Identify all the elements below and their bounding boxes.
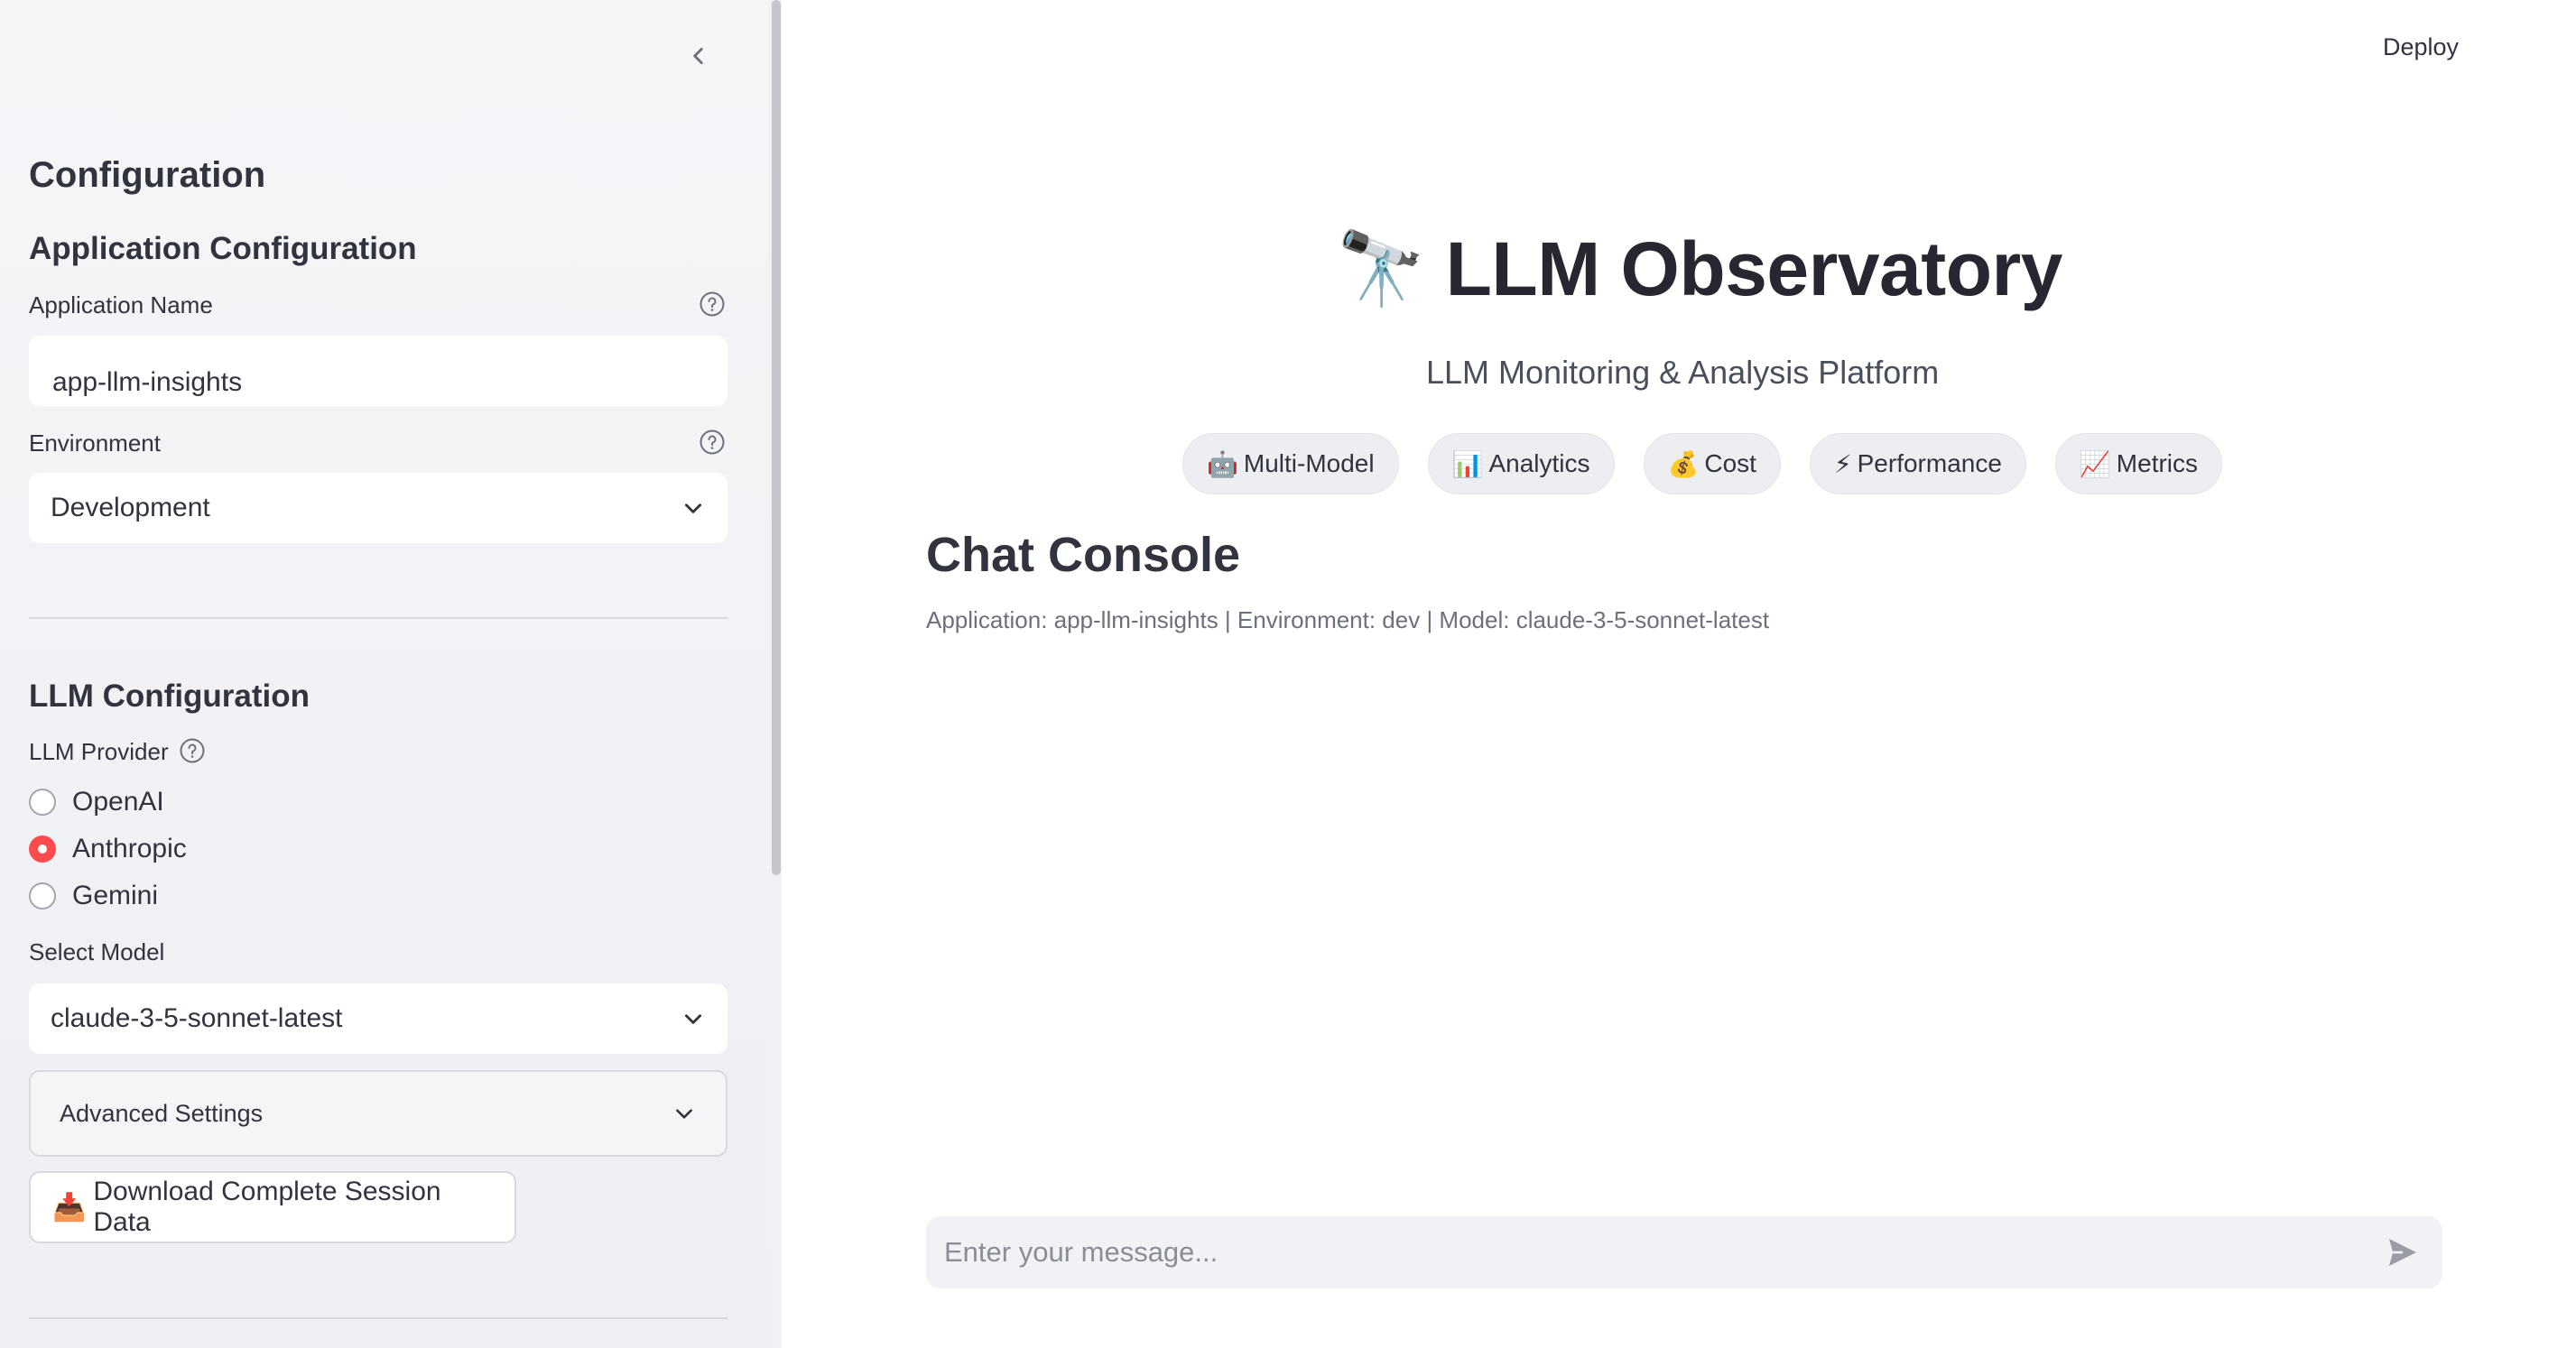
badge-cost: 💰 Cost (1643, 433, 1781, 494)
llm-provider-label: LLM Provider (29, 738, 169, 765)
feature-badges: 🤖 Multi-Model 📊 Analytics 💰 Cost ⚡ Perfo… (1182, 433, 2223, 494)
inbox-tray-icon: 📥 (52, 1192, 87, 1223)
scrollbar-thumb[interactable] (772, 0, 781, 875)
divider (29, 617, 727, 619)
badge-performance: ⚡ Performance (1809, 433, 2026, 494)
send-icon (2389, 1239, 2416, 1266)
badge-multi-model: 🤖 Multi-Model (1182, 433, 1399, 494)
app-name-input[interactable]: app-llm-insights (29, 336, 727, 406)
app-name-label: Application Name (29, 291, 213, 319)
money-bag-icon: 💰 (1667, 449, 1700, 478)
advanced-settings-expander[interactable]: Advanced Settings (29, 1070, 727, 1157)
sidebar: Configuration Application Configuration … (0, 0, 782, 1348)
lightning-icon: ⚡ (1833, 449, 1852, 478)
app-title: LLM Observatory (1445, 226, 2063, 311)
app-name-value: app-llm-insights (52, 367, 243, 397)
radio-anthropic[interactable]: Anthropic (29, 834, 187, 864)
chat-message-input[interactable] (944, 1236, 2381, 1269)
badge-metrics: 📈 Metrics (2054, 433, 2223, 494)
robot-icon: 🤖 (1207, 449, 1238, 478)
deploy-button[interactable]: Deploy (2383, 27, 2459, 67)
radio-gemini[interactable]: Gemini (29, 881, 158, 911)
llm-config-heading: LLM Configuration (29, 679, 310, 714)
model-select[interactable]: claude-3-5-sonnet-latest (29, 983, 727, 1054)
chevron-left-icon (693, 48, 703, 64)
badge-label: Performance (1857, 449, 2002, 477)
chevron-down-icon (681, 495, 706, 521)
badge-analytics: 📊 Analytics (1427, 433, 1615, 494)
bar-chart-icon: 📊 (1451, 449, 1484, 478)
sidebar-scrollbar[interactable] (769, 0, 782, 1348)
chat-input-bar (926, 1216, 2442, 1288)
radio-label: Anthropic (72, 834, 187, 863)
chevron-down-icon (672, 1101, 697, 1126)
download-session-button[interactable]: 📥 Download Complete Session Data (29, 1171, 516, 1243)
sidebar-title: Configuration (29, 155, 266, 195)
download-label: Download Complete Session Data (93, 1177, 441, 1237)
environment-label: Environment (29, 429, 161, 457)
radio-button[interactable] (29, 882, 56, 909)
app-root: Configuration Application Configuration … (0, 0, 2576, 1348)
badge-label: Analytics (1488, 449, 1590, 477)
divider (29, 1317, 727, 1319)
help-icon[interactable] (179, 737, 206, 764)
send-button[interactable] (2381, 1231, 2424, 1274)
radio-label: OpenAI (72, 787, 164, 817)
chat-console-title: Chat Console (926, 528, 1241, 582)
badge-label: Metrics (2116, 449, 2199, 477)
badge-label: Cost (1704, 449, 1756, 477)
model-value: claude-3-5-sonnet-latest (51, 1003, 343, 1033)
advanced-settings-label: Advanced Settings (60, 1099, 264, 1127)
radio-label: Gemini (72, 881, 159, 910)
environment-value: Development (51, 493, 210, 522)
badge-label: Multi-Model (1243, 449, 1375, 477)
chat-caption: Application: app-llm-insights | Environm… (926, 606, 1770, 633)
radio-openai[interactable]: OpenAI (29, 787, 164, 817)
telescope-icon: 🔭 (1336, 228, 1426, 309)
tagline: LLM Monitoring & Analysis Platform (1426, 354, 1940, 391)
trend-chart-icon: 📈 (2079, 449, 2111, 478)
app-config-heading: Application Configuration (29, 231, 417, 266)
chevron-down-icon (681, 1006, 706, 1031)
help-icon[interactable] (699, 429, 726, 456)
page-title: 🔭 LLM Observatory (1336, 224, 2062, 314)
select-model-label: Select Model (29, 938, 165, 965)
help-icon[interactable] (699, 291, 726, 318)
radio-button-selected[interactable] (29, 836, 56, 863)
environment-select[interactable]: Development (29, 473, 727, 543)
collapse-sidebar-button[interactable] (679, 36, 718, 76)
radio-button[interactable] (29, 789, 56, 816)
